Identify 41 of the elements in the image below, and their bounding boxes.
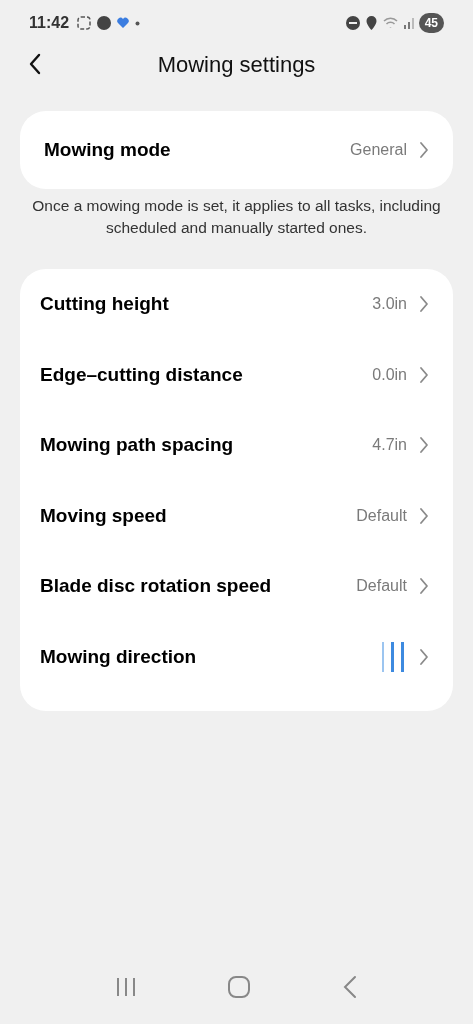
heart-icon xyxy=(117,17,130,29)
screenshot-icon xyxy=(77,16,92,30)
setting-row[interactable]: Mowing path spacing 4.7in xyxy=(20,410,453,481)
home-icon[interactable] xyxy=(227,975,252,999)
setting-label: Mowing mode xyxy=(44,137,172,162)
dot-icon xyxy=(135,20,141,26)
setting-value: Default xyxy=(356,505,407,526)
back-icon[interactable] xyxy=(28,53,42,75)
chevron-right-icon xyxy=(419,436,429,455)
setting-label: Moving speed xyxy=(40,503,168,528)
setting-value: General xyxy=(350,140,407,160)
setting-row[interactable]: Moving speed Default xyxy=(20,480,453,551)
setting-value: 4.7in xyxy=(372,435,407,456)
recent-apps-icon[interactable] xyxy=(115,977,138,997)
setting-row[interactable]: Edge–cutting distance 0.0in xyxy=(20,339,453,410)
setting-row[interactable]: Blade disc rotation speed Default xyxy=(20,551,453,622)
chevron-right-icon xyxy=(419,365,429,384)
setting-value: 0.0in xyxy=(372,364,407,385)
setting-value: 3.0in xyxy=(372,294,407,315)
setting-label: Mowing direction xyxy=(40,644,198,669)
setting-label: Blade disc rotation speed xyxy=(40,574,273,598)
chevron-right-icon xyxy=(419,141,429,159)
page-title: Mowing settings xyxy=(156,50,317,79)
chevron-right-icon xyxy=(419,577,429,596)
setting-row[interactable]: Cutting height 3.0in xyxy=(20,269,453,340)
setting-label: Cutting height xyxy=(40,292,170,316)
parallel-lines-icon xyxy=(381,640,407,673)
mowing-mode-row[interactable]: Mowing mode General xyxy=(20,111,453,189)
chevron-right-icon xyxy=(419,506,429,525)
status-time: 11:42 xyxy=(29,13,70,33)
setting-label: Edge–cutting distance xyxy=(40,362,244,387)
location-icon xyxy=(365,16,377,30)
mode-note: Once a mowing mode is set, it applies to all tasks, including scheduled and manually started ones. xyxy=(31,196,442,238)
chevron-right-icon xyxy=(419,647,429,666)
setting-label: Mowing path spacing xyxy=(40,433,235,457)
chevron-right-icon xyxy=(419,295,429,314)
setting-row[interactable]: Mowing direction xyxy=(20,621,453,692)
do-not-disturb-icon xyxy=(345,16,360,30)
battery-indicator: 45 xyxy=(418,13,444,33)
signal-icon xyxy=(403,17,415,29)
setting-value: Default xyxy=(356,576,407,597)
